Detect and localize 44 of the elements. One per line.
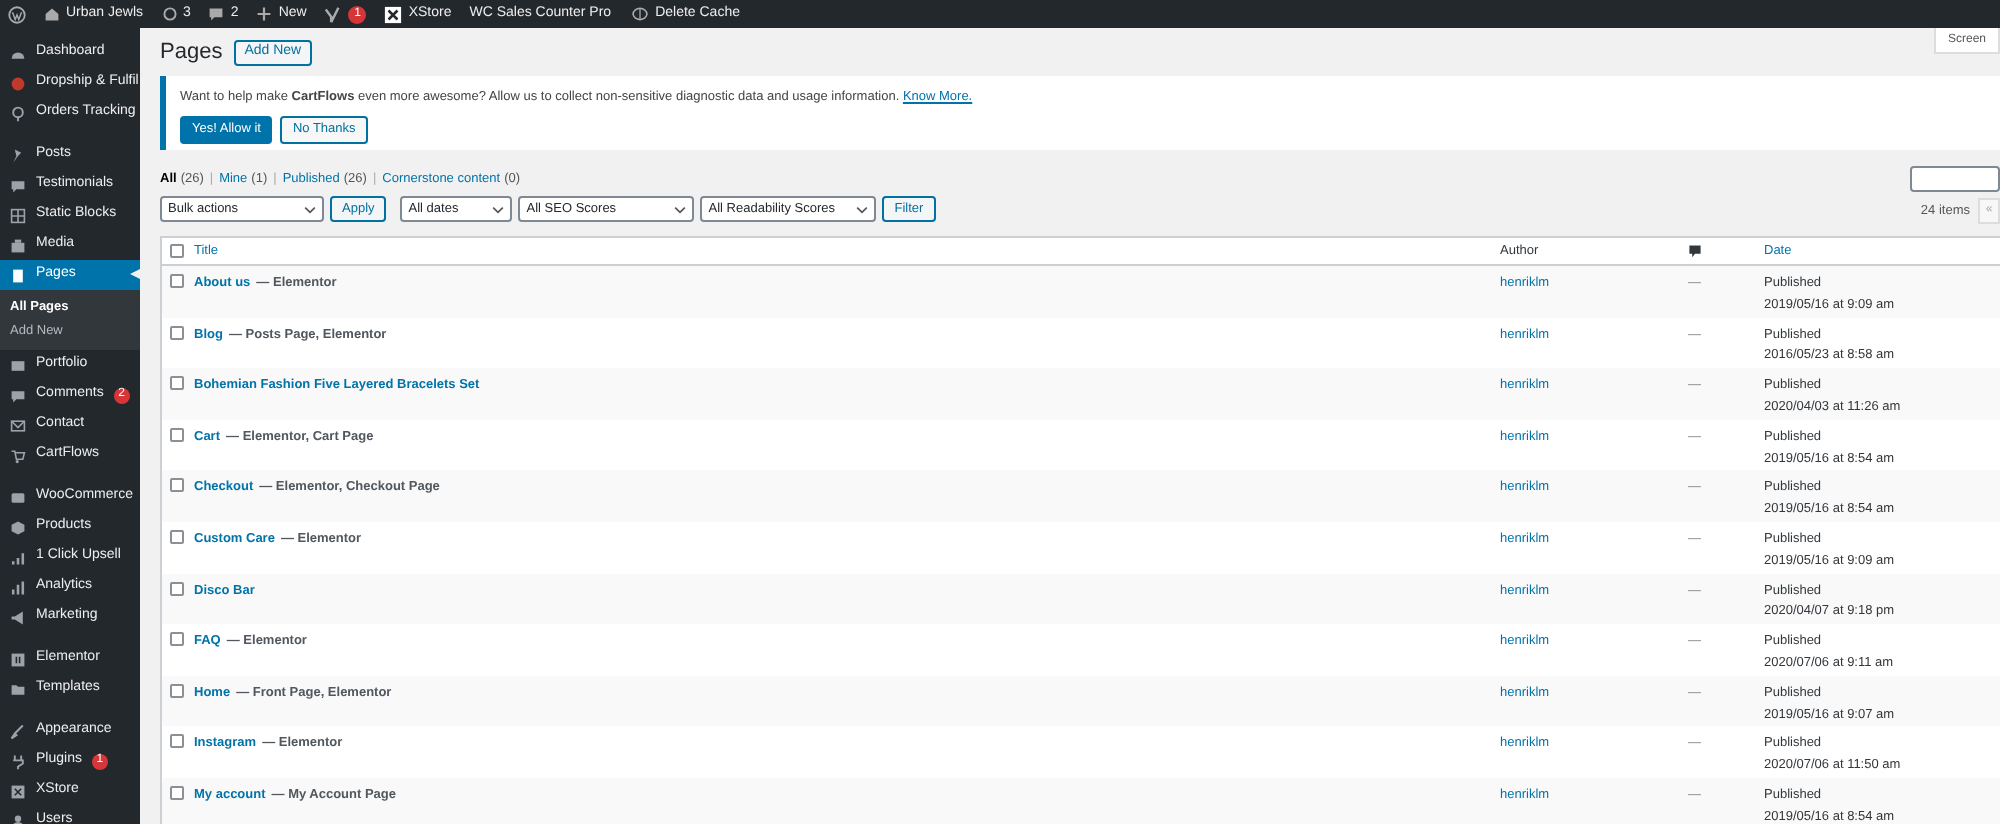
x-logo-icon (10, 783, 26, 799)
checkbox[interactable] (170, 785, 184, 800)
box-icon (10, 519, 26, 535)
x-logo-icon (384, 5, 403, 23)
pin-icon (10, 105, 26, 121)
grid-icon (10, 207, 26, 223)
cart-icon (10, 447, 26, 463)
circle-icon (10, 75, 26, 91)
folder-icon (10, 681, 26, 697)
square-icon (10, 651, 26, 667)
checkbox[interactable] (170, 478, 184, 493)
envelope-icon (10, 417, 26, 433)
checkbox[interactable] (170, 376, 184, 391)
checkbox[interactable] (170, 529, 184, 544)
comment-bubble-icon (1688, 244, 1702, 258)
checkbox[interactable] (170, 427, 184, 442)
speech-bubble-icon (10, 177, 26, 193)
document-icon (10, 267, 26, 283)
camera-icon (10, 237, 26, 253)
image-icon (10, 357, 26, 373)
bar-chart-icon (10, 579, 26, 595)
checkbox[interactable] (170, 632, 184, 647)
chevron-down-icon (304, 203, 316, 215)
speech-bubble-icon (208, 6, 225, 22)
checkbox[interactable] (170, 325, 184, 340)
brush-icon (10, 723, 26, 739)
chevron-down-icon (674, 203, 687, 215)
pointer-icon (130, 264, 140, 284)
checkbox[interactable] (170, 274, 184, 288)
home-icon (44, 6, 60, 22)
checkbox[interactable] (170, 734, 184, 749)
checkbox[interactable] (170, 683, 184, 698)
page-title: Pages (160, 38, 223, 69)
refresh-icon (161, 6, 178, 22)
wordpress-logo-icon (8, 5, 26, 23)
chevron-down-icon (492, 203, 505, 215)
y-logo-icon (324, 5, 343, 23)
search-field[interactable] (1910, 166, 2000, 192)
bar-chart-icon (10, 549, 26, 565)
chevron-down-icon (856, 203, 869, 215)
plus-icon (256, 6, 273, 22)
checkbox[interactable] (170, 244, 184, 258)
speech-bubble-icon (10, 387, 26, 403)
checkbox[interactable] (170, 581, 184, 596)
